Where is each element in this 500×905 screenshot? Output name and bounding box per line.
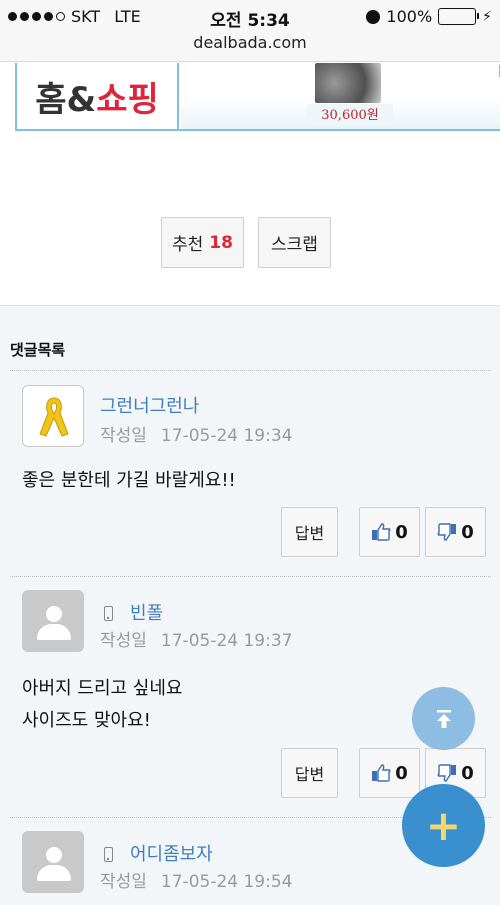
dislike-button[interactable]: 0 — [425, 507, 486, 557]
product-price: 30,600원 — [307, 104, 393, 123]
comment-author[interactable]: 어디좀보자 — [130, 840, 213, 866]
written-label: 작성일 — [100, 872, 147, 892]
comment-line: 좋은 분한테 가길 바랄게요!! — [22, 470, 236, 491]
scrap-button[interactable]: 스크랩 — [258, 217, 331, 268]
like-count: 0 — [395, 521, 408, 543]
avatar[interactable] — [22, 831, 84, 893]
mobile-phone-icon — [104, 606, 113, 621]
comment-author[interactable]: 빈폴 — [130, 599, 163, 625]
comment-line: 사이즈도 맞아요! — [22, 710, 151, 731]
plus-icon: + — [425, 801, 462, 850]
default-avatar-body — [37, 624, 71, 640]
status-bar: SKT LTE 오전 5:34 100% ⚡ dealbada.com — [0, 0, 500, 62]
avatar[interactable] — [22, 590, 84, 652]
comment-meta: 작성일 17-05-24 19:54 — [100, 867, 292, 892]
status-indicators: 100% ⚡ — [366, 7, 492, 26]
like-button[interactable]: 0 — [359, 748, 420, 798]
recommend-count: 18 — [209, 232, 233, 253]
mobile-phone-icon — [104, 847, 113, 862]
alarm-icon — [366, 9, 381, 24]
thumbs-down-icon — [437, 764, 457, 782]
written-label: 작성일 — [100, 426, 147, 446]
yellow-ribbon-icon — [39, 397, 69, 437]
dislike-count: 0 — [461, 521, 474, 543]
comment-body: 아버지 드리고 싶네요 사이즈도 맞아요! — [22, 673, 182, 737]
comment-line: 아버지 드리고 싶네요 — [22, 678, 183, 699]
like-button[interactable]: 0 — [359, 507, 420, 557]
arrow-up-to-top-icon — [436, 709, 451, 728]
dislike-count: 0 — [461, 762, 474, 784]
comments-divider — [10, 370, 491, 371]
product-image[interactable] — [315, 63, 381, 103]
avatar[interactable] — [22, 385, 84, 447]
thumbs-up-icon — [372, 764, 391, 782]
comment-meta: 작성일 17-05-24 19:34 — [100, 421, 292, 446]
comment-date: 17-05-24 19:37 — [160, 631, 293, 651]
thumbs-up-icon — [372, 523, 391, 541]
ad-banner[interactable]: 홈& 쇼핑 30,600원 — [15, 63, 500, 131]
recommend-button[interactable]: 추천 18 — [161, 217, 244, 268]
add-comment-button[interactable]: + — [402, 784, 485, 867]
scroll-to-top-button[interactable] — [412, 687, 475, 750]
reply-button[interactable]: 답변 — [281, 748, 338, 798]
default-avatar-body — [37, 865, 71, 881]
address-bar-url[interactable]: dealbada.com — [0, 33, 500, 52]
home-shopping-logo[interactable]: 홈& 쇼핑 — [17, 63, 179, 129]
logo-text-part1: 홈& — [35, 79, 97, 120]
comment-date: 17-05-24 19:34 — [160, 426, 293, 446]
default-avatar-icon — [46, 606, 62, 622]
comments-title: 댓글목록 — [10, 341, 66, 359]
comment-date: 17-05-24 19:54 — [160, 872, 293, 892]
thumbs-down-icon — [437, 523, 457, 541]
battery-icon — [438, 8, 480, 25]
written-label: 작성일 — [100, 631, 147, 651]
recommend-label: 추천 — [172, 235, 204, 255]
reply-button[interactable]: 답변 — [281, 507, 338, 557]
comment-divider — [10, 576, 491, 577]
like-count: 0 — [395, 762, 408, 784]
charging-bolt-icon: ⚡ — [482, 8, 492, 25]
comment-meta: 작성일 17-05-24 19:37 — [100, 626, 292, 651]
comment-author[interactable]: 그런너그런나 — [100, 392, 199, 418]
default-avatar-icon — [46, 847, 62, 863]
ad-product-area[interactable]: 30,600원 — [181, 63, 500, 129]
logo-text-part2: 쇼핑 — [96, 79, 159, 120]
battery-percent: 100% — [386, 7, 433, 26]
comment-body: 좋은 분한테 가길 바랄게요!! — [22, 465, 236, 497]
